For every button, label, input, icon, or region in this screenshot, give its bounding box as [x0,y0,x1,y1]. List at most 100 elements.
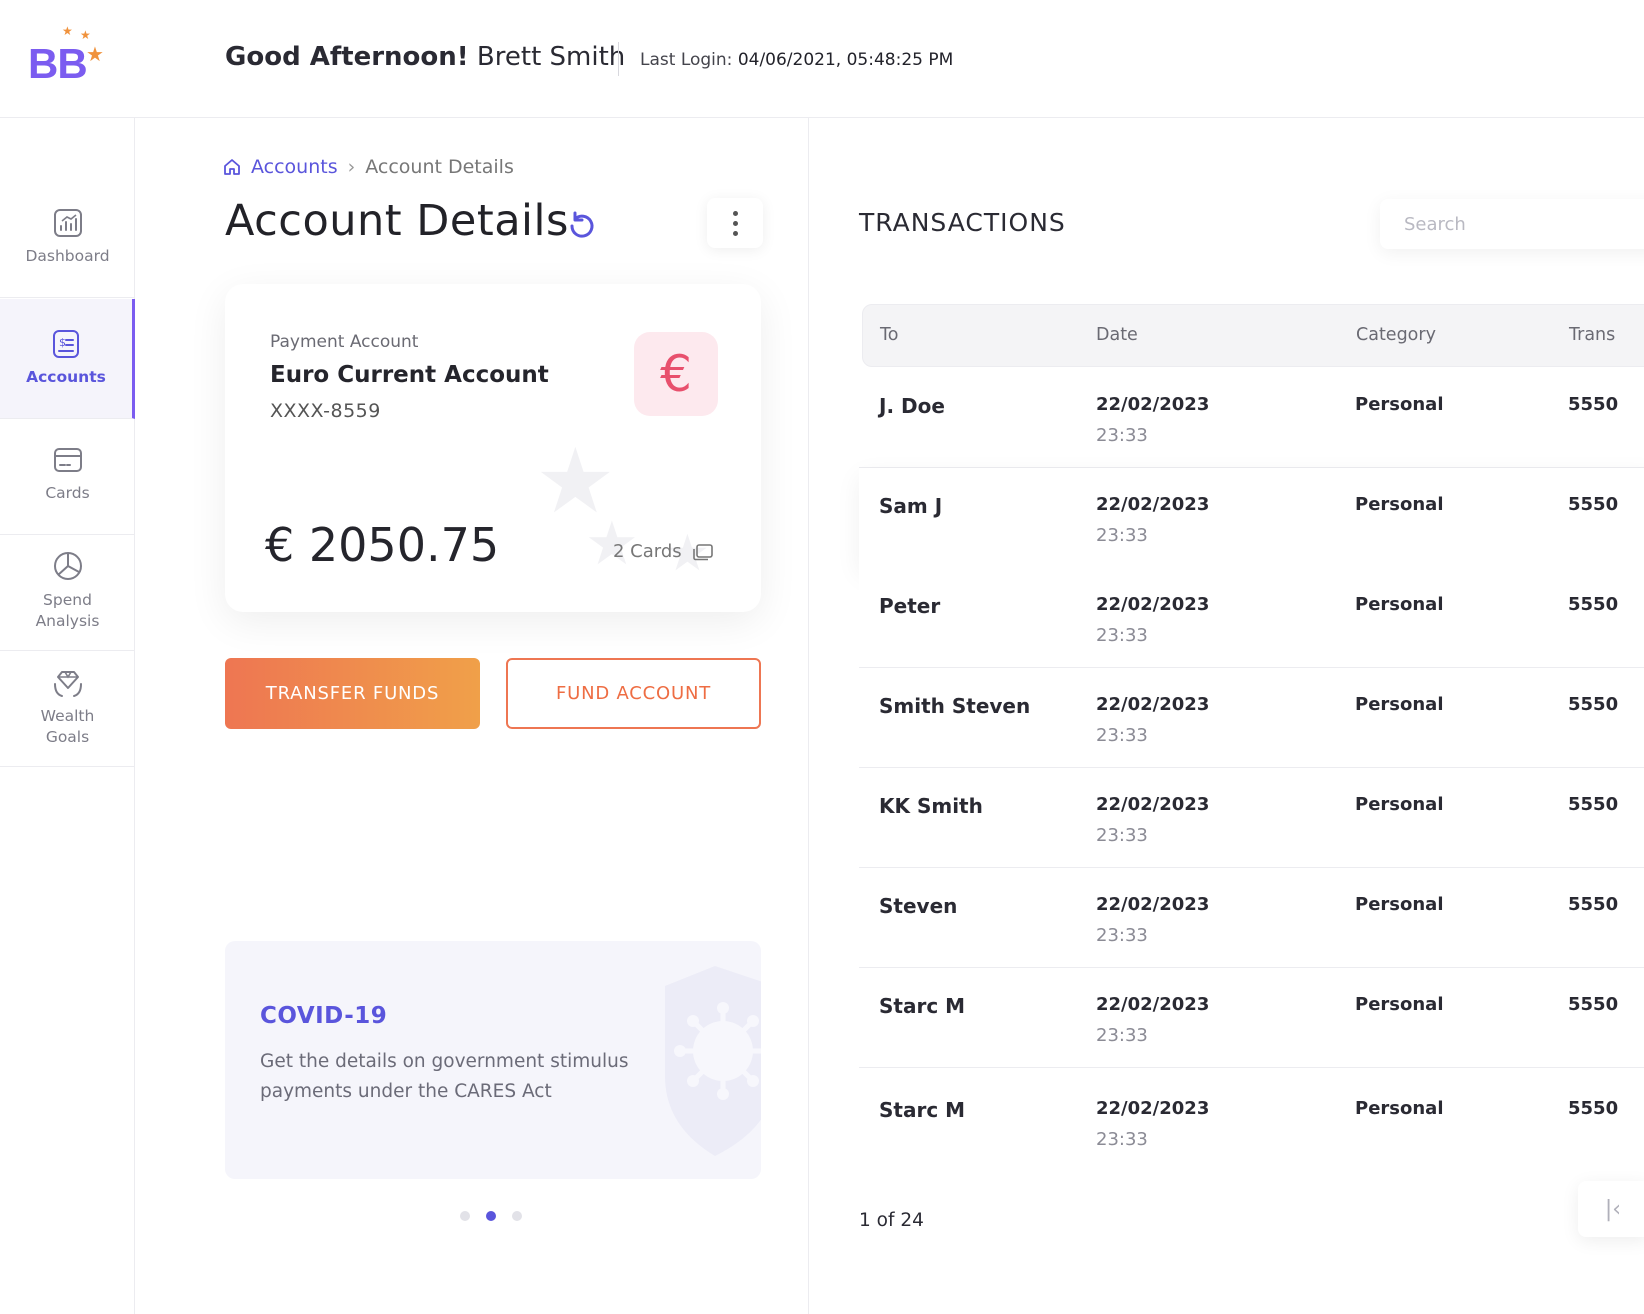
accounts-icon: $ [53,330,79,358]
sidebar-item-spend-analysis[interactable]: Spend Analysis [0,531,135,651]
column-header-date[interactable]: Date [1096,325,1138,345]
virus-shield-icon [665,966,761,1156]
brand-logo[interactable]: BB ★ ★ ★ [28,24,108,87]
cell-to: Steven [879,894,958,918]
greeting: Good Afternoon! Brett Smith [225,42,625,72]
more-options-button[interactable] [707,198,763,248]
cell-trans: 5550 [1568,794,1619,815]
sidebar-item-cards[interactable]: Cards [0,415,135,535]
cell-date: 22/02/2023 [1096,694,1210,715]
pagination-status: 1 of 24 [859,1210,924,1231]
cards-icon [53,448,82,472]
svg-text:$: $ [59,336,66,349]
kebab-dot [732,230,738,236]
sidebar-item-wealth-goals[interactable]: Wealth Goals [0,647,135,767]
euro-currency-icon: € [634,332,718,416]
cell-trans: 5550 [1568,494,1619,515]
cell-trans: 5550 [1568,894,1619,915]
cell-trans: 5550 [1568,694,1619,715]
covid-promo-card[interactable]: COVID-19 Get the details on government s… [225,941,761,1179]
column-header-to[interactable]: To [880,325,898,345]
transfer-funds-button[interactable]: TRANSFER FUNDS [225,658,480,729]
cell-time: 23:33 [1096,525,1148,546]
promo-text: Get the details on government stimulus p… [260,1051,629,1102]
cards-count[interactable]: 2 Cards [613,541,714,562]
chevron-right-icon: › [347,156,356,178]
table-row[interactable]: Peter 22/02/2023 23:33 Personal 5550 [859,568,1644,668]
sidebar-item-label: Cards [45,484,90,502]
breadcrumb: Accounts › Account Details [223,156,514,178]
sidebar-item-label: Wealth Goals [40,706,95,746]
column-header-trans[interactable]: Trans [1569,325,1615,345]
breadcrumb-accounts-link[interactable]: Accounts [251,156,338,178]
cards-stack-icon [692,543,713,560]
cell-category: Personal [1355,394,1444,415]
account-details-panel: Accounts › Account Details Account Detai… [135,118,809,1314]
cell-to: Sam J [879,494,943,518]
cell-to: Starc M [879,994,966,1018]
transactions-search-input[interactable] [1380,199,1644,249]
column-header-category[interactable]: Category [1356,325,1436,345]
carousel-dot[interactable] [460,1211,470,1221]
cell-date: 22/02/2023 [1096,594,1210,615]
account-card[interactable]: ★ ★ ★ Payment Account Euro Current Accou… [225,284,761,612]
cell-date: 22/02/2023 [1096,394,1210,415]
header-divider [618,42,619,76]
cell-to: J. Doe [879,394,945,418]
greeting-text: Good Afternoon! [225,42,469,72]
sidebar-item-accounts[interactable]: $ Accounts [0,299,135,419]
cell-category: Personal [1355,494,1444,515]
refresh-icon[interactable] [565,209,599,243]
sidebar-item-label: Accounts [26,368,106,386]
logo-star-icon: ★ [86,42,104,66]
carousel-dot-active[interactable] [486,1211,496,1221]
cell-date: 22/02/2023 [1096,994,1210,1015]
fund-account-button[interactable]: FUND ACCOUNT [506,658,761,729]
sidebar-item-dashboard[interactable]: Dashboard [0,178,135,298]
cell-category: Personal [1355,694,1444,715]
cell-trans: 5550 [1568,994,1619,1015]
cell-date: 22/02/2023 [1096,794,1210,815]
cell-date: 22/02/2023 [1096,1098,1210,1119]
first-page-button[interactable]: |‹ [1578,1181,1644,1237]
transactions-title: TRANSACTIONS [859,208,1066,237]
cell-to: Starc M [879,1098,966,1122]
pie-chart-icon [53,551,82,580]
account-type: Payment Account [270,332,419,352]
top-header: BB ★ ★ ★ Good Afternoon! Brett Smith Las… [0,0,1644,118]
table-row[interactable]: KK Smith 22/02/2023 23:33 Personal 5550 [859,768,1644,868]
logo-star-icon: ★ [62,24,73,38]
sidebar-nav: Dashboard $ Accounts Cards Spend Analysi… [0,118,135,1314]
sidebar-item-label: Spend Analysis [35,590,100,630]
dashboard-icon [53,209,82,237]
cell-time: 23:33 [1096,825,1148,846]
kebab-dot [732,210,738,216]
table-row[interactable]: Starc M 22/02/2023 23:33 Personal 5550 [859,1072,1644,1172]
cell-to: Smith Steven [879,694,1031,718]
page-title: Account Details [225,196,569,246]
account-balance: € 2050.75 [265,518,500,572]
cell-to: KK Smith [879,794,983,818]
table-row[interactable]: Starc M 22/02/2023 23:33 Personal 5550 [859,968,1644,1068]
diamond-hands-icon [53,670,82,697]
transactions-panel: TRANSACTIONS To Date Category Trans J. D… [810,118,1644,1314]
breadcrumb-current: Account Details [365,156,514,178]
table-row[interactable]: Steven 22/02/2023 23:33 Personal 5550 [859,868,1644,968]
sidebar-item-label: Dashboard [25,247,110,265]
home-icon[interactable] [223,158,241,176]
cell-to: Peter [879,594,941,618]
account-name: Euro Current Account [270,362,549,388]
cell-date: 22/02/2023 [1096,494,1210,515]
last-login: Last Login: 04/06/2021, 05:48:25 PM [640,50,953,70]
last-login-label: Last Login: [640,50,733,70]
cell-date: 22/02/2023 [1096,894,1210,915]
cell-category: Personal [1355,794,1444,815]
table-row[interactable]: J. Doe 22/02/2023 23:33 Personal 5550 [859,368,1644,468]
table-row[interactable]: Sam J 22/02/2023 23:33 Personal 5550 [859,468,1644,568]
table-row[interactable]: Smith Steven 22/02/2023 23:33 Personal 5… [859,668,1644,768]
promo-title: COVID-19 [260,1003,388,1029]
carousel-dots [460,1211,522,1221]
logo-text: BB [28,40,88,87]
carousel-dot[interactable] [512,1211,522,1221]
cell-time: 23:33 [1096,725,1148,746]
